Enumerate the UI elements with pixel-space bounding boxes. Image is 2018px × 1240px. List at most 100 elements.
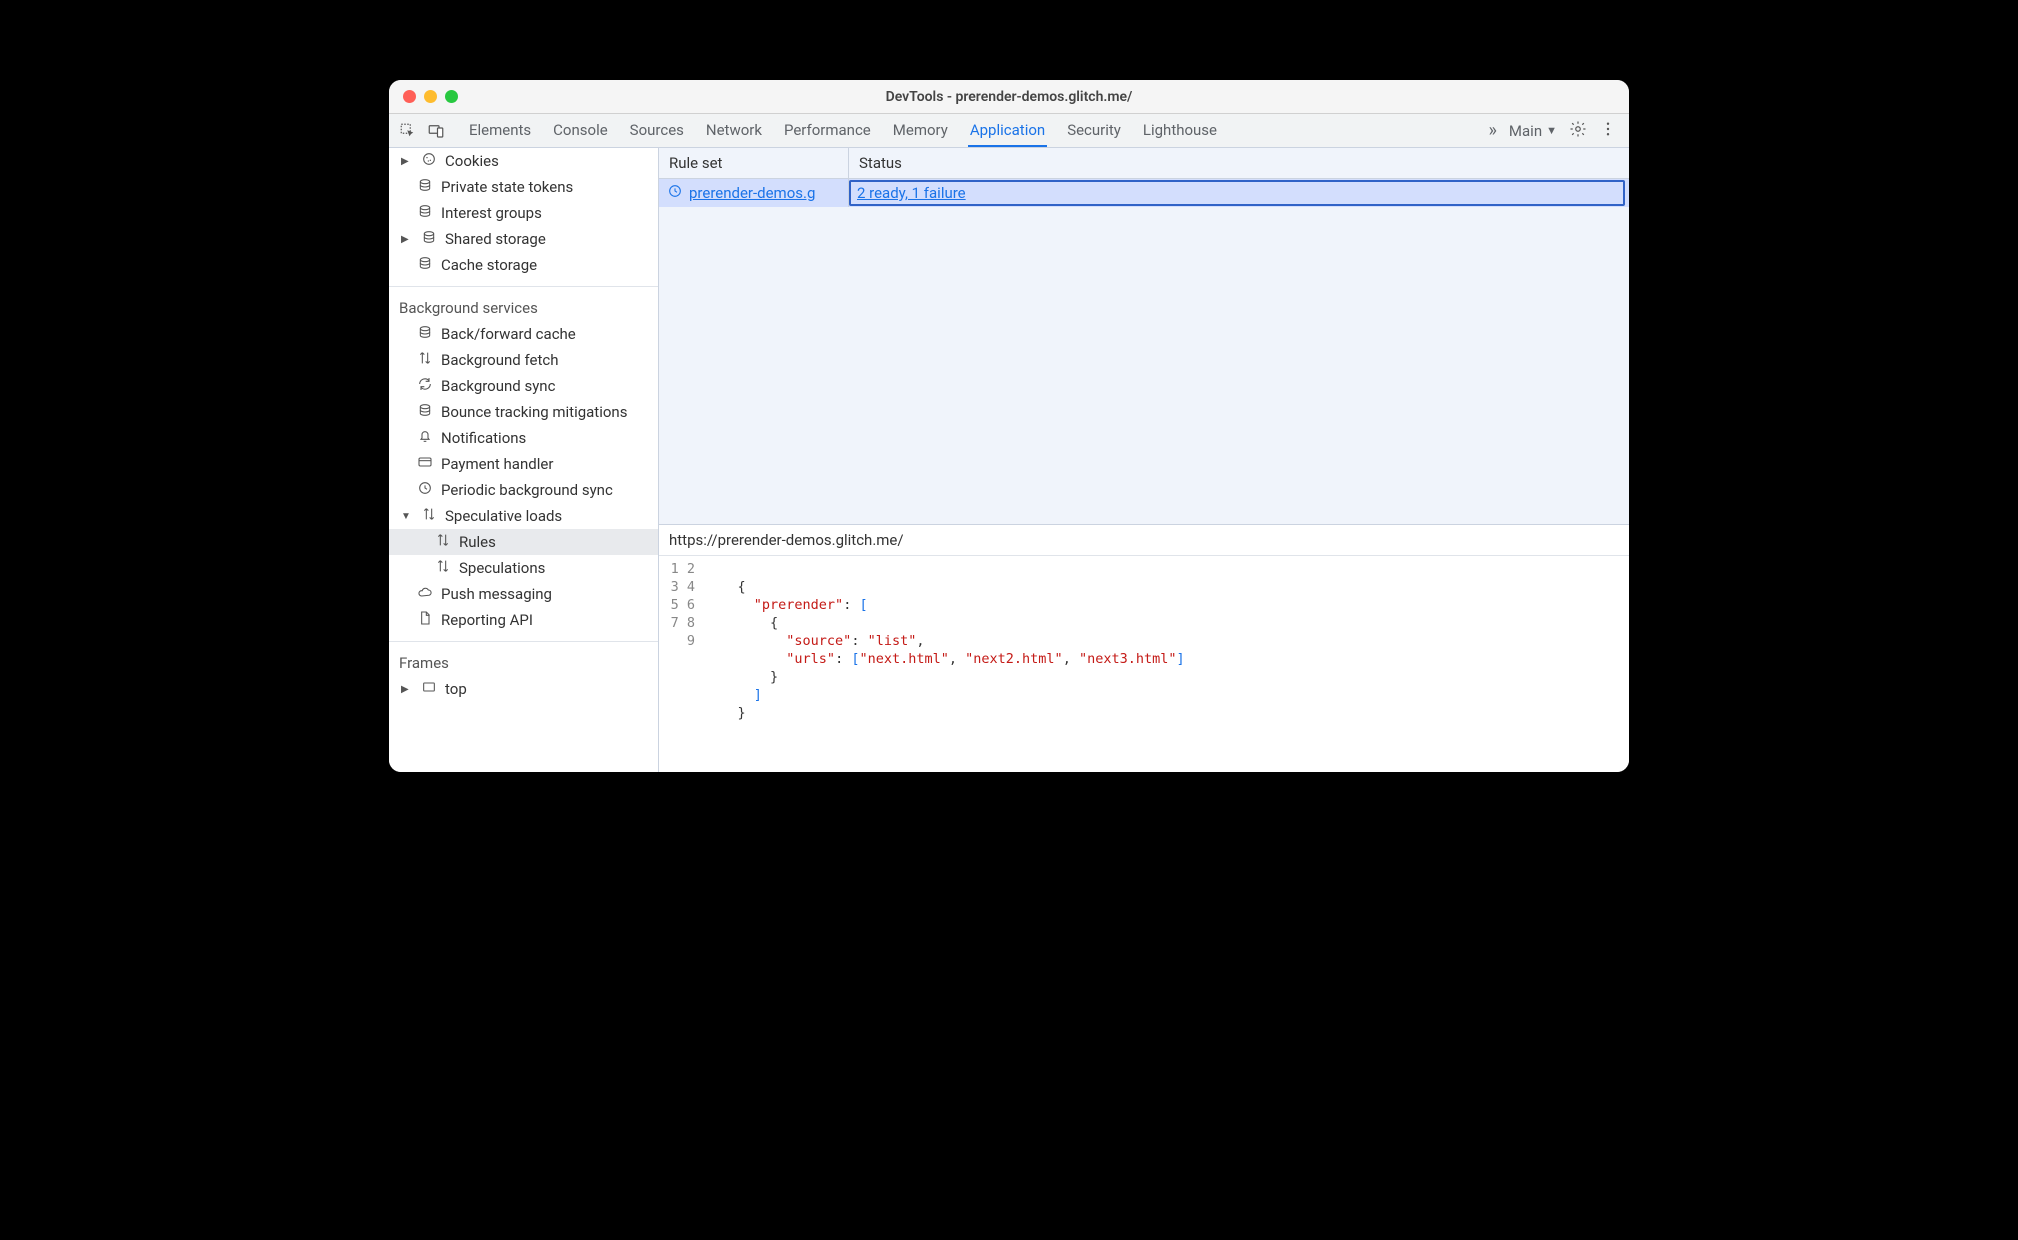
kebab-menu-icon[interactable] — [1599, 120, 1617, 142]
detail-url: https://prerender-demos.glitch.me/ — [659, 525, 1629, 556]
tab-console[interactable]: Console — [551, 115, 610, 147]
cloud-icon — [417, 584, 433, 604]
sidebar-item-label: top — [445, 680, 467, 698]
sidebar-item-background-fetch[interactable]: Background fetch — [389, 347, 658, 373]
expand-arrow-icon: ▼ — [401, 511, 411, 522]
target-selector[interactable]: Main ▼ — [1509, 122, 1557, 140]
updown-icon — [435, 532, 451, 552]
window-title: DevTools - prerender-demos.glitch.me/ — [389, 89, 1629, 105]
sidebar-item-interest-groups[interactable]: Interest groups — [389, 200, 658, 226]
background-services-heading: Background services — [389, 291, 658, 321]
traffic-lights — [389, 90, 458, 103]
sync-icon — [417, 376, 433, 396]
titlebar: DevTools - prerender-demos.glitch.me/ — [389, 80, 1629, 114]
main-toolbar: Elements Console Sources Network Performance… — [389, 114, 1629, 148]
sidebar-item-speculative-loads[interactable]: ▼ Speculative loads — [389, 503, 658, 529]
tab-elements[interactable]: Elements — [467, 115, 533, 147]
updown-icon — [435, 558, 451, 578]
sidebar-item-bounce-tracking-mitigations[interactable]: Bounce tracking mitigations — [389, 399, 658, 425]
sidebar-item-speculations[interactable]: Speculations — [389, 555, 658, 581]
sidebar-item-push-messaging[interactable]: Push messaging — [389, 581, 658, 607]
target-label: Main — [1509, 122, 1542, 140]
column-ruleset[interactable]: Rule set — [659, 148, 849, 178]
tab-memory[interactable]: Memory — [891, 115, 950, 147]
grid-body: prerender-demos.g 2 ready, 1 failure — [659, 179, 1629, 524]
content-area: ▶ Cookies Private state tokens Interest gro… — [389, 148, 1629, 772]
tab-security[interactable]: Security — [1065, 115, 1123, 147]
sidebar-item-notifications[interactable]: Notifications — [389, 425, 658, 451]
frames-heading: Frames — [389, 646, 658, 676]
code-viewer: 1 2 3 4 5 6 7 8 9 { "prerender": [ { "so… — [659, 556, 1629, 772]
more-tabs-icon[interactable]: » — [1488, 120, 1496, 141]
expand-arrow-icon: ▶ — [401, 684, 411, 695]
zoom-window-button[interactable] — [445, 90, 458, 103]
inspect-element-icon[interactable] — [397, 120, 419, 142]
tab-application[interactable]: Application — [968, 115, 1047, 147]
sidebar-item-background-sync[interactable]: Background sync — [389, 373, 658, 399]
main-panel: Rule set Status prerender-demos.g 2 ready… — [659, 148, 1629, 772]
sidebar-item-label: Background sync — [441, 377, 555, 395]
sidebar-item-label: Cache storage — [441, 256, 537, 274]
sidebar-item-label: Shared storage — [445, 230, 546, 248]
db-icon — [417, 203, 433, 223]
sidebar-item-label: Private state tokens — [441, 178, 573, 196]
db-icon — [417, 255, 433, 275]
sidebar-item-top[interactable]: ▶ top — [389, 676, 658, 702]
frame-icon — [421, 679, 437, 699]
sidebar-item-cookies[interactable]: ▶ Cookies — [389, 148, 658, 174]
sidebar-item-payment-handler[interactable]: Payment handler — [389, 451, 658, 477]
sidebar-item-private-state-tokens[interactable]: Private state tokens — [389, 174, 658, 200]
doc-icon — [417, 610, 433, 630]
sidebar-item-label: Bounce tracking mitigations — [441, 403, 627, 421]
card-icon — [417, 454, 433, 474]
close-window-button[interactable] — [403, 90, 416, 103]
clock-icon — [417, 480, 433, 500]
chevron-down-icon: ▼ — [1546, 124, 1557, 137]
db-icon — [417, 324, 433, 344]
tab-sources[interactable]: Sources — [628, 115, 686, 147]
sidebar-item-label: Reporting API — [441, 611, 533, 629]
sidebar-item-cache-storage[interactable]: Cache storage — [389, 252, 658, 278]
sidebar-item-label: Cookies — [445, 152, 499, 170]
panel-tabs: Elements Console Sources Network Performance… — [467, 115, 1482, 147]
sidebar-item-label: Background fetch — [441, 351, 558, 369]
status-link[interactable]: 2 ready, 1 failure — [857, 184, 966, 202]
sidebar-item-label: Speculative loads — [445, 507, 562, 525]
grid-row[interactable]: prerender-demos.g 2 ready, 1 failure — [659, 179, 1629, 207]
settings-icon[interactable] — [1569, 120, 1587, 142]
device-toolbar-icon[interactable] — [425, 120, 447, 142]
cell-status: 2 ready, 1 failure — [849, 180, 1625, 206]
column-status[interactable]: Status — [849, 148, 1629, 178]
tab-lighthouse[interactable]: Lighthouse — [1141, 115, 1219, 147]
sidebar-item-rules[interactable]: Rules — [389, 529, 658, 555]
tab-performance[interactable]: Performance — [782, 115, 873, 147]
ruleset-grid: Rule set Status prerender-demos.g 2 ready… — [659, 148, 1629, 524]
line-gutter: 1 2 3 4 5 6 7 8 9 — [659, 560, 705, 772]
application-sidebar: ▶ Cookies Private state tokens Interest gro… — [389, 148, 659, 772]
sidebar-item-periodic-background-sync[interactable]: Periodic background sync — [389, 477, 658, 503]
db-icon — [417, 177, 433, 197]
grid-header: Rule set Status — [659, 148, 1629, 179]
sidebar-item-shared-storage[interactable]: ▶ Shared storage — [389, 226, 658, 252]
expand-arrow-icon: ▶ — [401, 156, 411, 167]
cookie-icon — [421, 151, 437, 171]
updown-icon — [421, 506, 437, 526]
expand-arrow-icon: ▶ — [401, 234, 411, 245]
sidebar-item-label: Back/forward cache — [441, 325, 576, 343]
ruleset-link[interactable]: prerender-demos.g — [689, 184, 815, 202]
tab-network[interactable]: Network — [704, 115, 764, 147]
db-icon — [417, 402, 433, 422]
sidebar-item-back-forward-cache[interactable]: Back/forward cache — [389, 321, 658, 347]
clock-icon — [667, 183, 683, 203]
minimize-window-button[interactable] — [424, 90, 437, 103]
sidebar-item-label: Notifications — [441, 429, 526, 447]
detail-panel: https://prerender-demos.glitch.me/ 1 2 3… — [659, 524, 1629, 772]
code-body[interactable]: { "prerender": [ { "source": "list", "ur… — [705, 560, 1629, 772]
cell-ruleset: prerender-demos.g — [659, 179, 849, 207]
devtools-window: DevTools - prerender-demos.glitch.me/ El… — [389, 80, 1629, 772]
sidebar-item-label: Periodic background sync — [441, 481, 613, 499]
sidebar-item-label: Push messaging — [441, 585, 552, 603]
sidebar-item-label: Payment handler — [441, 455, 553, 473]
bell-icon — [417, 428, 433, 448]
sidebar-item-reporting-api[interactable]: Reporting API — [389, 607, 658, 633]
